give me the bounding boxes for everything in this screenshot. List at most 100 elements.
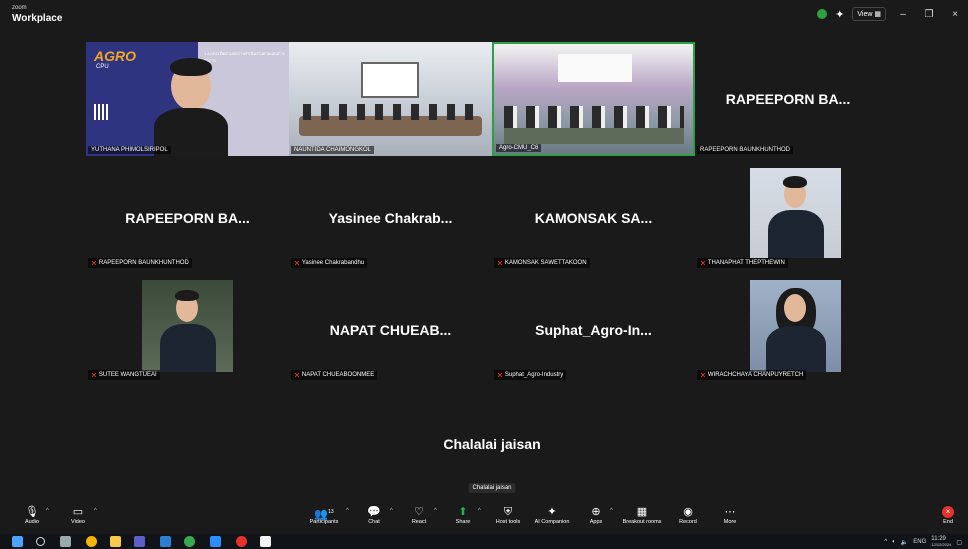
participants-options-chevron-icon[interactable]: ^ — [346, 508, 349, 514]
participant-tile-yasinee[interactable]: Yasinee Chakrab... ⨯ Yasinee Chakrabandhu — [289, 166, 492, 270]
share-label: Share — [455, 519, 471, 525]
participant-name-tag: ⨯ Suphat_Agro-Industry — [494, 370, 567, 380]
participant-name-tag: ⨯ WIRACHCHAYA CHANPUYRETCH — [697, 370, 807, 380]
video-label: Video — [71, 519, 85, 525]
chat-options-chevron-icon[interactable]: ^ — [390, 508, 393, 514]
react-options-chevron-icon[interactable]: ^ — [434, 508, 437, 514]
opera-icon[interactable] — [236, 536, 247, 547]
clock-date: 12/12/2024 — [931, 542, 952, 547]
mic-muted-icon: ⨯ — [497, 372, 503, 379]
people-row — [504, 106, 684, 128]
language-indicator[interactable]: ENG — [913, 539, 926, 545]
participant-name-tag: ⨯ RAPEEPORN BAUNKHUNTHOD — [88, 258, 192, 268]
zoom-taskbar-icon[interactable] — [210, 536, 221, 547]
search-icon[interactable] — [36, 537, 45, 546]
avatar-suit — [766, 326, 826, 372]
mic-muted-icon: ⨯ — [294, 372, 300, 379]
video-options-chevron-icon[interactable]: ^ — [94, 508, 97, 514]
mic-muted-icon: ⨯ — [294, 260, 300, 267]
photos-icon[interactable] — [260, 536, 271, 547]
ai-companion-label: AI Companion — [534, 519, 570, 525]
avatar-hair — [783, 176, 807, 188]
app-icon[interactable] — [160, 536, 171, 547]
meeting-controls-toolbar: 🎙 Audio ^ ▭ Video ^ 👥13 Participants ^ 💬… — [0, 502, 968, 534]
avatar-suit — [768, 210, 824, 258]
audio-label: Audio — [24, 519, 40, 525]
participant-tile-nauntida[interactable]: NAUNTIDA CHAIMONGKOL — [289, 42, 492, 156]
share-screen-icon: ⬆ — [458, 506, 468, 518]
system-tray: ^ ◐ 🔈 ENG 11:29 12/12/2024 ▢ — [884, 536, 962, 548]
qr-code-icon — [94, 104, 110, 120]
windows-start-icon[interactable] — [12, 536, 23, 547]
volume-icon[interactable]: 🔈 — [901, 539, 908, 546]
teams-icon[interactable] — [134, 536, 145, 547]
network-icon[interactable]: ◐ — [892, 539, 896, 545]
restore-button[interactable]: ❐ — [920, 9, 938, 20]
gallery-view: AGRO CPU 1 AGRO ติดตามผลการดำเนินงานตามแ… — [0, 28, 968, 502]
slide-header-text: 1 AGRO ติดตามผลการดำเนินงานตามแผนการจัดก… — [204, 51, 285, 63]
chat-button[interactable]: 💬 Chat — [354, 505, 394, 525]
participant-name: THANAPHAT THEPTHEWIN — [707, 260, 785, 266]
participant-tile-rapeeporn-2[interactable]: RAPEEPORN BA... ⨯ RAPEEPORN BAUNKHUNTHOD — [86, 166, 289, 270]
chrome-icon[interactable] — [86, 536, 97, 547]
participant-tile-suphat[interactable]: Suphat_Agro-In... ⨯ Suphat_Agro-Industry — [492, 278, 695, 382]
ai-companion-button[interactable]: ✦ AI Companion — [530, 505, 574, 525]
participant-tile-chalalai[interactable]: Chalalai jaisan Chalalai jaisan — [289, 390, 695, 498]
participants-button[interactable]: 👥13 Participants — [302, 505, 346, 525]
ai-sparkle-icon[interactable]: ✦ — [835, 8, 844, 21]
participant-tile-wirachchaya[interactable]: ⨯ WIRACHCHAYA CHANPUYRETCH — [695, 278, 881, 382]
host-tools-button[interactable]: ⛨ Host tools — [488, 505, 528, 525]
participant-name-tag: RAPEEPORN BAUNKHUNTHOD — [697, 146, 794, 154]
participant-tile-rapeeporn-1[interactable]: RAPEEPORN BA... RAPEEPORN BAUNKHUNTHOD — [695, 42, 881, 156]
presenter-hair — [170, 58, 212, 76]
participant-name-tag: YUTHANA PHIMOLSIRIPOL — [88, 146, 171, 154]
chrome-profile-icon[interactable] — [184, 536, 195, 547]
participants-count: 13 — [328, 509, 334, 515]
react-heart-icon: ♡ — [414, 506, 424, 518]
react-button[interactable]: ♡ React — [399, 505, 439, 525]
share-options-chevron-icon[interactable]: ^ — [478, 508, 481, 514]
participant-tile-napat[interactable]: NAPAT CHUEAB... ⨯ NAPAT CHUEABOONMEE — [289, 278, 492, 382]
audio-options-chevron-icon[interactable]: ^ — [46, 508, 49, 514]
participant-tile-agro-cmu[interactable]: Agro-CMU_C6 — [492, 42, 695, 156]
security-shield-icon[interactable] — [817, 9, 828, 19]
notifications-icon[interactable]: ▢ — [956, 539, 962, 546]
participant-tile-kamonsak[interactable]: KAMONSAK SA... ⨯ KAMONSAK SAWETTAKOON — [492, 166, 695, 270]
zoom-workplace-logo: zoom Workplace — [12, 4, 62, 24]
apps-label: Apps — [589, 519, 603, 525]
clock[interactable]: 11:29 12/12/2024 — [931, 536, 951, 548]
more-ellipsis-icon: ⋯ — [724, 506, 736, 518]
end-meeting-button[interactable]: × End — [936, 505, 960, 525]
participant-tile-sutee[interactable]: ⨯ SUTEE WANGTUEAI — [86, 278, 289, 382]
participant-display-name: RAPEEPORN BA... — [125, 210, 250, 226]
apps-options-chevron-icon[interactable]: ^ — [610, 508, 613, 514]
minimize-button[interactable]: – — [894, 9, 912, 20]
mic-muted-icon: ⨯ — [91, 372, 97, 379]
record-button[interactable]: ◉ Record — [668, 505, 708, 525]
participant-tile-yuthana[interactable]: AGRO CPU 1 AGRO ติดตามผลการดำเนินงานตามแ… — [86, 42, 289, 156]
whiteboard — [558, 54, 632, 82]
mic-muted-icon: ⨯ — [91, 260, 97, 267]
task-view-icon[interactable] — [60, 536, 71, 547]
breakout-rooms-button[interactable]: ▦ Breakout rooms — [618, 505, 666, 525]
close-button[interactable]: × — [946, 9, 964, 20]
video-button[interactable]: ▭ Video — [58, 505, 98, 525]
end-label: End — [943, 519, 953, 525]
participant-display-name: KAMONSAK SA... — [534, 210, 653, 226]
participant-display-name: Suphat_Agro-In... — [535, 322, 652, 338]
avatar-hair — [175, 290, 199, 301]
file-explorer-icon[interactable] — [110, 536, 121, 547]
tray-chevron-icon[interactable]: ^ — [884, 539, 887, 545]
avatar-suit — [160, 324, 216, 372]
more-label: More — [723, 519, 737, 525]
participant-tile-thanaphat[interactable]: ⨯ THANAPHAT THEPTHEWIN — [695, 166, 881, 270]
participant-name: Suphat_Agro-Industry — [504, 372, 564, 378]
share-button[interactable]: ⬆ Share — [443, 505, 483, 525]
participant-name-tag: Agro-CMU_C6 — [496, 144, 542, 152]
view-button[interactable]: View ▦ — [852, 7, 886, 21]
record-dot-icon: ◉ — [683, 506, 693, 518]
profile-photo — [142, 280, 233, 372]
meeting-room-screen — [361, 62, 419, 98]
participant-name: Agro-CMU_C6 — [499, 145, 539, 151]
more-button[interactable]: ⋯ More — [710, 505, 750, 525]
